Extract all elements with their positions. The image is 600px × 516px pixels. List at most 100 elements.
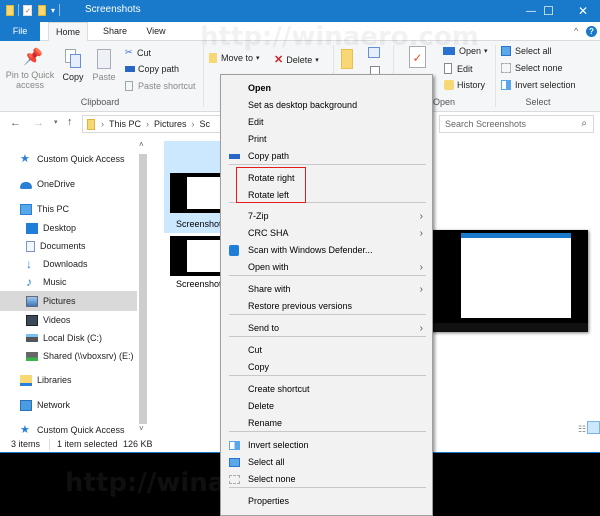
folder-icon <box>6 4 14 16</box>
invert-selection-label: Invert selection <box>515 80 576 90</box>
documents-icon <box>26 240 35 252</box>
context-menu-item-select-all[interactable]: Select all <box>221 454 432 471</box>
open-image-icon <box>443 47 455 55</box>
pin-to-quick-access-button[interactable]: 📌 Pin to Quick access <box>4 49 56 90</box>
maximize-button[interactable]: ☐ <box>531 0 566 22</box>
tab-file[interactable]: File <box>0 22 40 41</box>
context-menu-item-create-shortcut[interactable]: Create shortcut <box>221 381 432 398</box>
context-menu-item-share-with[interactable]: Share with › <box>221 281 432 298</box>
sidebar-item-videos[interactable]: Videos <box>0 310 137 330</box>
scrollbar-thumb[interactable] <box>139 154 147 424</box>
context-menu-item-scan-with-windows-defender[interactable]: Scan with Windows Defender... <box>221 242 432 259</box>
tab-share[interactable]: Share <box>95 22 135 41</box>
copy-icon <box>65 49 81 69</box>
copy-button[interactable]: Copy <box>60 49 86 82</box>
open-button[interactable]: Open ▾ <box>443 46 488 56</box>
select-none-button[interactable]: Select none <box>501 63 563 73</box>
select-none-icon <box>501 63 511 73</box>
search-input[interactable]: Search Screenshots ⌕ <box>439 115 594 133</box>
sidebar-item-label: Desktop <box>43 223 77 233</box>
collapse-ribbon-icon[interactable]: ^ <box>574 26 578 36</box>
address-bar[interactable]: › This PC › Pictures › Sc <box>82 115 222 133</box>
context-menu-item-invert-selection[interactable]: Invert selection <box>221 437 432 454</box>
new-folder-icon[interactable] <box>38 4 46 16</box>
context-menu-item-copy[interactable]: Copy <box>221 359 432 376</box>
sidebar-item-music[interactable]: ♪ Music <box>0 272 137 292</box>
sidebar-item-label: Custom Quick Access <box>37 425 125 435</box>
sidebar-item-onedrive[interactable]: OneDrive <box>0 174 137 194</box>
new-folder-button[interactable] <box>341 49 353 69</box>
sidebar-item-custom-quick-access[interactable]: ★ Custom Quick Access <box>0 149 137 169</box>
select-all-button[interactable]: Select all <box>501 46 552 56</box>
context-menu-item-restore-previous-versions[interactable]: Restore previous versions <box>221 298 432 315</box>
large-icons-view-icon[interactable] <box>587 421 600 434</box>
invert-selection-button[interactable]: Invert selection <box>501 80 576 90</box>
help-icon[interactable]: ? <box>586 26 597 37</box>
scroll-up-icon[interactable]: ˄ <box>139 140 144 149</box>
edit-button[interactable]: Edit <box>444 63 473 74</box>
scroll-down-icon[interactable]: ˅ <box>139 424 144 433</box>
customize-toolbar-icon[interactable]: ▾ <box>51 6 55 15</box>
sidebar-item-label: This PC <box>37 204 70 214</box>
properties-icon[interactable]: ✓ <box>23 4 32 16</box>
delete-button[interactable]: ✕ Delete ▾ <box>274 53 319 66</box>
sidebar-item-shared-drive[interactable]: Shared (\\vboxsrv) (E:) <box>0 346 137 366</box>
invert-selection-icon <box>229 441 240 450</box>
chevron-right-icon: › <box>146 119 150 129</box>
group-separator <box>203 45 204 107</box>
recent-locations-icon[interactable]: ▾ <box>54 118 58 126</box>
sidebar-item-documents[interactable]: Documents <box>0 236 137 256</box>
sidebar-item-local-disk[interactable]: Local Disk (C:) <box>0 328 137 348</box>
navigation-pane-scrollbar[interactable]: ˄ ˅ <box>137 140 149 436</box>
select-all-icon <box>229 458 240 467</box>
sidebar-item-pictures[interactable]: Pictures <box>0 291 137 311</box>
context-menu-item-set-as-desktop-background[interactable]: Set as desktop background <box>221 97 432 114</box>
context-menu-item-delete[interactable]: Delete <box>221 398 432 415</box>
tab-view[interactable]: View <box>138 22 174 41</box>
sidebar-item-label: Pictures <box>43 296 76 306</box>
paste-button[interactable]: Paste <box>90 49 118 82</box>
breadcrumb-screenshots[interactable]: Sc <box>200 119 211 129</box>
context-menu-item-cut[interactable]: Cut <box>221 342 432 359</box>
history-button[interactable]: History <box>444 80 485 90</box>
context-menu-item-select-none[interactable]: Select none <box>221 471 432 488</box>
paste-shortcut-icon <box>125 81 133 91</box>
copy-path-button[interactable]: Copy path <box>125 64 179 74</box>
context-menu-item-print[interactable]: Print <box>221 131 432 148</box>
paste-shortcut-button[interactable]: Paste shortcut <box>125 81 196 91</box>
close-button[interactable]: ✕ <box>566 0 600 22</box>
sidebar-item-downloads[interactable]: ↓ Downloads <box>0 254 137 274</box>
tab-home[interactable]: Home <box>48 22 88 42</box>
details-view-icon[interactable]: ☷ <box>578 424 586 435</box>
context-menu-item-rename[interactable]: Rename <box>221 415 432 432</box>
menu-separator <box>229 431 426 432</box>
move-to-button[interactable]: Move to ▾ <box>209 53 260 63</box>
context-menu-item-crc-sha[interactable]: CRC SHA › <box>221 225 432 242</box>
sidebar-item-network[interactable]: Network <box>0 395 137 415</box>
properties-button[interactable]: ✓ <box>409 46 426 68</box>
sidebar-item-label: Custom Quick Access <box>37 154 125 164</box>
sidebar-item-libraries[interactable]: Libraries <box>0 370 137 390</box>
breadcrumb-pictures[interactable]: Pictures <box>154 119 187 129</box>
new-item-button[interactable] <box>368 47 380 58</box>
paste-shortcut-label: Paste shortcut <box>138 81 196 91</box>
menu-item-label: Open <box>248 83 272 93</box>
menu-item-label: CRC SHA <box>248 228 289 238</box>
context-menu-item-properties[interactable]: Properties <box>221 493 432 510</box>
breadcrumb-this-pc[interactable]: This PC <box>109 119 141 129</box>
context-menu-item-open-with[interactable]: Open with › <box>221 259 432 276</box>
context-menu-item-edit[interactable]: Edit <box>221 114 432 131</box>
separator <box>18 4 19 16</box>
sidebar-item-this-pc[interactable]: This PC <box>0 199 137 219</box>
up-arrow-icon[interactable]: ↑ <box>67 116 73 128</box>
back-arrow-icon[interactable]: ← <box>10 117 21 129</box>
sidebar-item-desktop[interactable]: Desktop <box>0 218 137 238</box>
chevron-right-icon: › <box>101 119 104 129</box>
context-menu-item-open[interactable]: Open <box>221 80 432 97</box>
context-menu-item-send-to[interactable]: Send to › <box>221 320 432 337</box>
menu-separator <box>229 314 426 315</box>
forward-arrow-icon[interactable]: → <box>33 117 44 129</box>
cut-button[interactable]: ✂ Cut <box>125 47 151 58</box>
context-menu-item-7-zip[interactable]: 7-Zip › <box>221 208 432 225</box>
context-menu-item-copy-path[interactable]: Copy path <box>221 148 432 165</box>
